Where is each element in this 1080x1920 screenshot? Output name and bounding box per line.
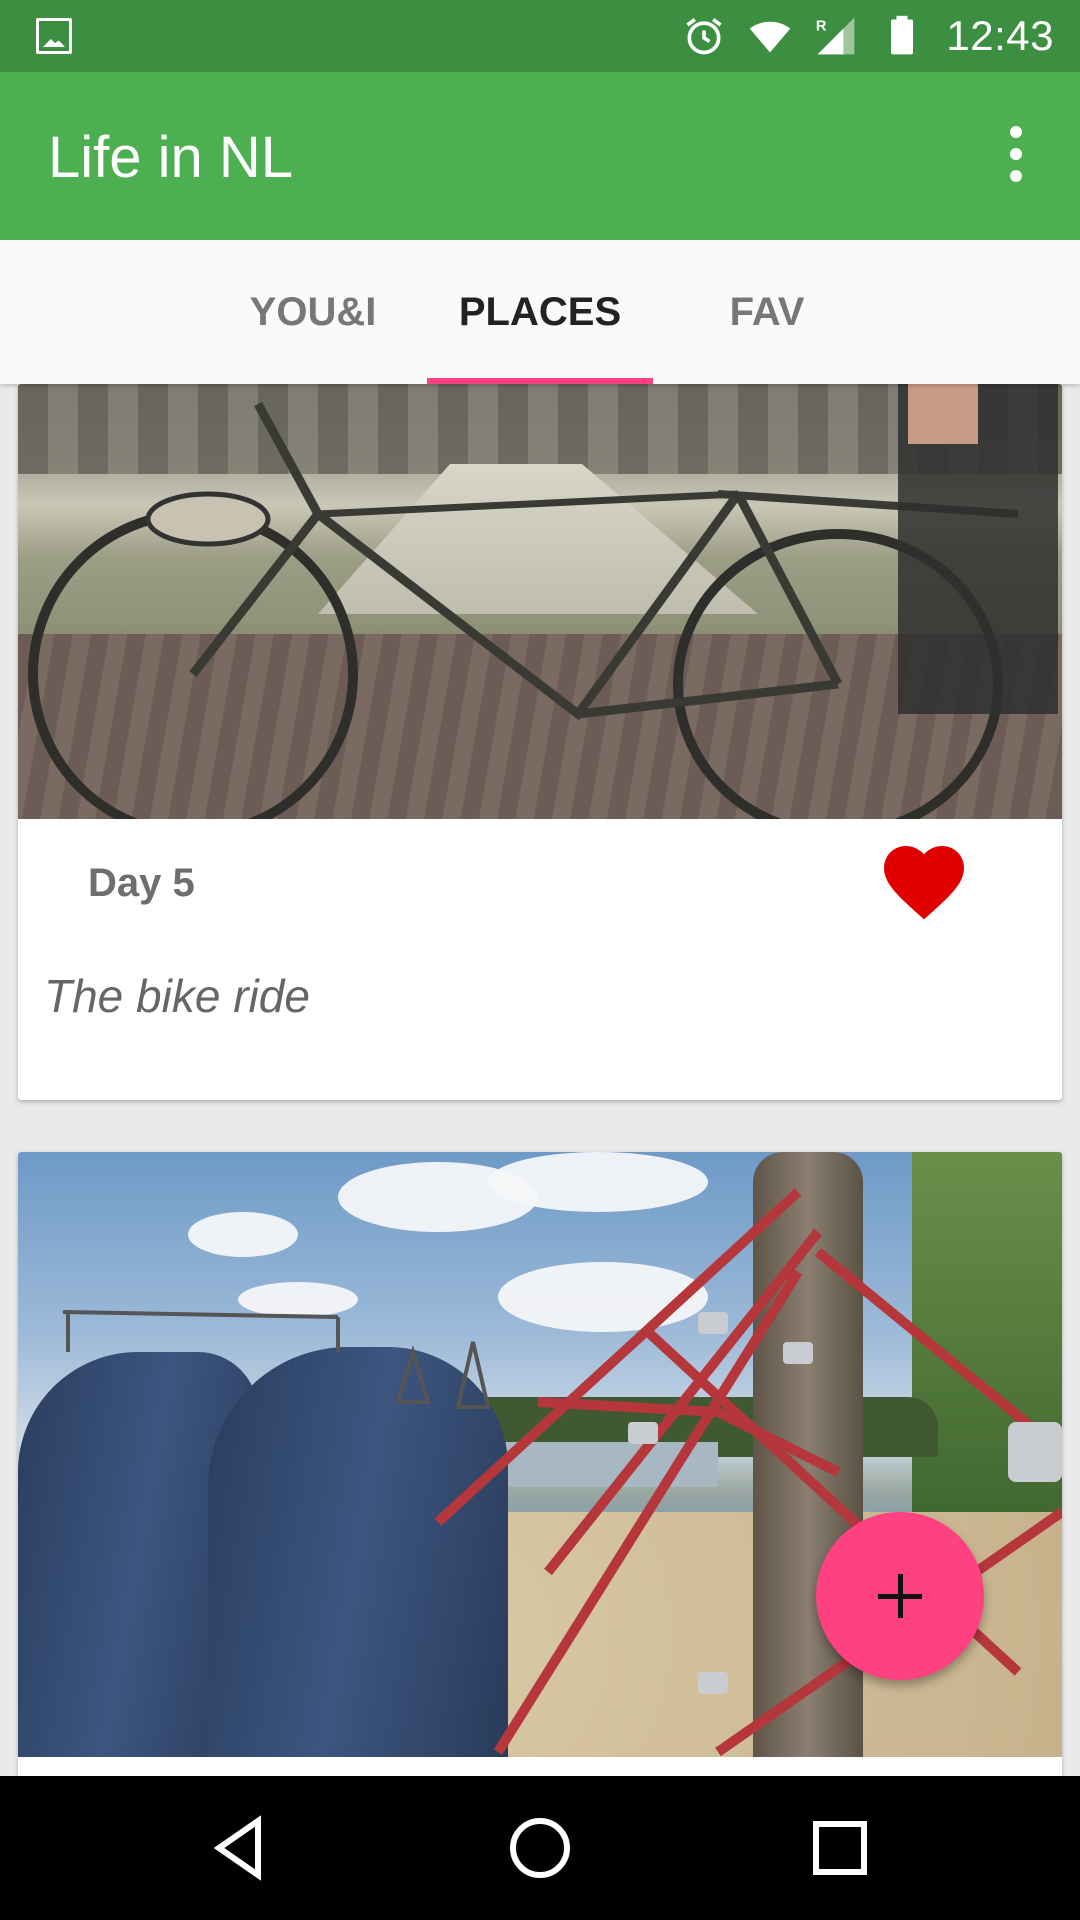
battery-icon [891, 15, 914, 55]
home-icon[interactable] [504, 1812, 576, 1884]
status-icons: R 12:43 [682, 8, 1054, 64]
alarm-icon [686, 18, 722, 55]
plus-icon [878, 1574, 922, 1618]
app-bar: Life in NL [0, 72, 1080, 240]
app-title: Life in NL [48, 125, 294, 190]
place-card[interactable] [18, 1152, 1062, 1776]
tab-places[interactable]: PLACES [427, 240, 653, 384]
tab-indicator [427, 378, 653, 384]
status-bar: R 12:43 [0, 0, 1080, 72]
image-icon [36, 18, 72, 54]
back-icon[interactable] [204, 1812, 276, 1884]
recents-icon[interactable] [804, 1812, 876, 1884]
card-body: Day 5 The bike ride [18, 819, 1062, 1100]
wifi-icon [750, 21, 791, 53]
more-vert-icon[interactable] [984, 122, 1048, 186]
svg-text:R: R [816, 19, 827, 35]
heart-icon[interactable] [876, 833, 972, 923]
status-time: 12:43 [946, 12, 1054, 59]
card-photo-bicycle [18, 384, 1062, 819]
tab-you-and-i[interactable]: YOU&I [222, 240, 404, 384]
place-card[interactable]: Day 5 The bike ride [18, 384, 1062, 1100]
card-day-label: Day 5 [88, 861, 195, 905]
add-button[interactable] [816, 1512, 984, 1680]
card-title: The bike ride [44, 970, 310, 1022]
tab-fav[interactable]: FAV [676, 240, 858, 384]
tab-bar: YOU&I PLACES FAV [0, 240, 1080, 384]
nav-bar [0, 1776, 1080, 1920]
signal-roaming-icon: R [816, 17, 855, 55]
